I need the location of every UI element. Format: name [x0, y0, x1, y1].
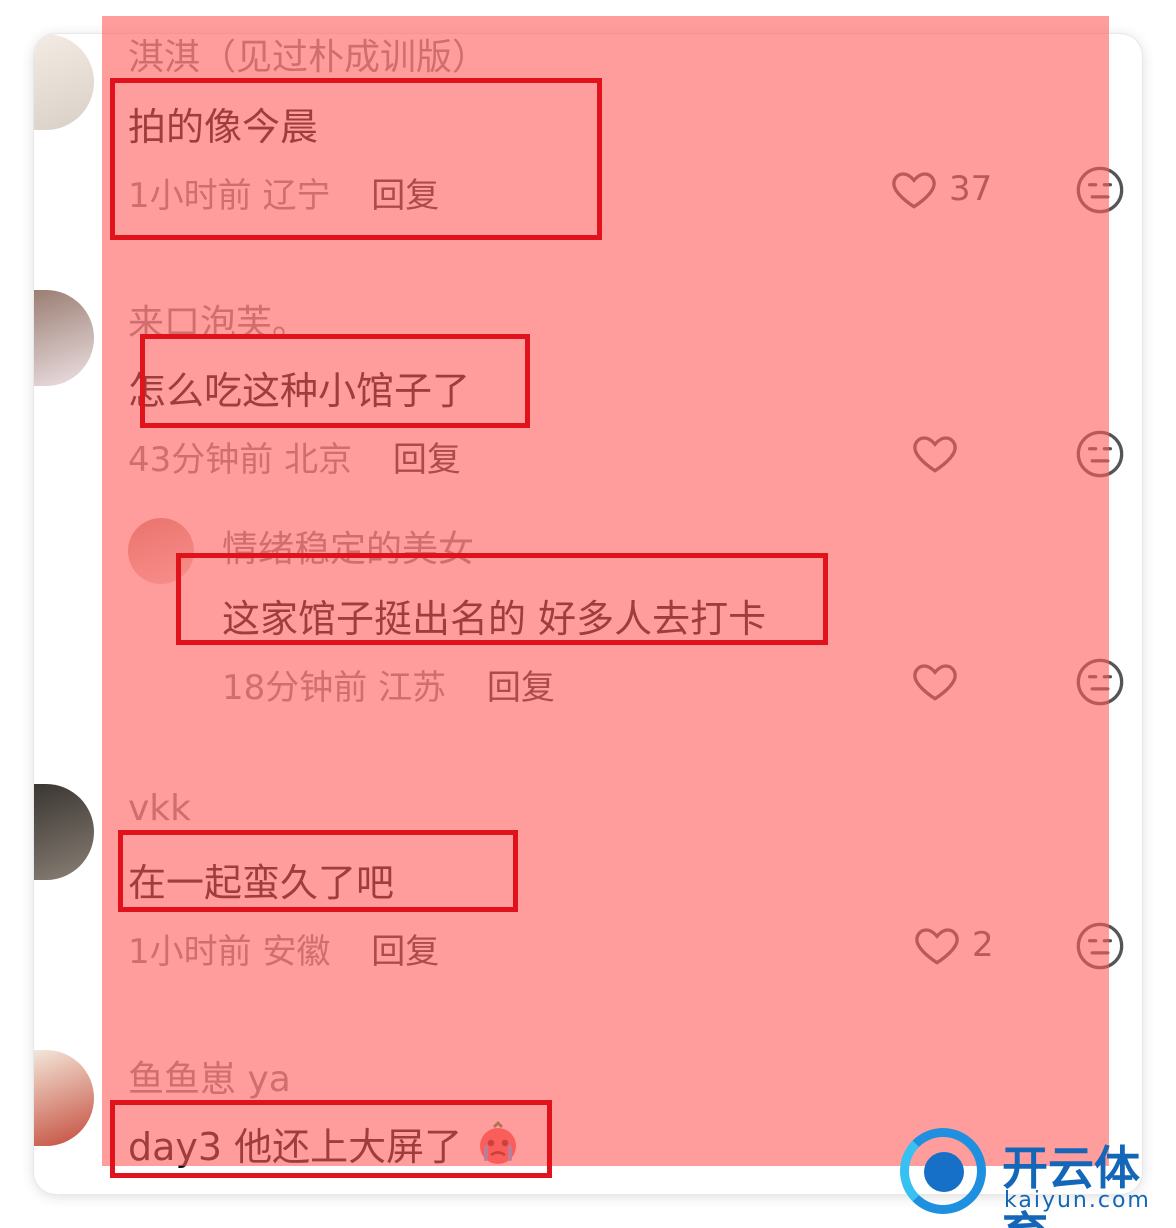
comment-location: 安徽 [262, 932, 331, 972]
meh-face-icon [1076, 658, 1124, 706]
reply-button[interactable]: 回复 [371, 932, 439, 972]
avatar[interactable] [34, 1050, 94, 1146]
comment-text: 这家馆子挺出名的 好多人去打卡 [222, 597, 767, 641]
watermark-text: 开云体育 [1002, 1141, 1140, 1228]
comment-text: day3 他还上大屏了 [128, 1116, 522, 1171]
like-button[interactable] [910, 656, 970, 706]
comment-text: 拍的像今晨 [128, 105, 319, 149]
heart-outline-icon [913, 664, 957, 701]
meh-face-icon [1076, 430, 1124, 478]
avatar[interactable] [34, 34, 94, 130]
reaction-button[interactable] [1074, 428, 1126, 484]
comment-text: 怎么吃这种小馆子了 [128, 369, 471, 413]
comment-username[interactable]: vkk [128, 788, 191, 829]
reply-button[interactable]: 回复 [487, 668, 555, 708]
watermark-domain: kaiyun.com [1004, 1188, 1151, 1213]
heart-outline-icon [892, 172, 936, 209]
reaction-button[interactable] [1074, 164, 1126, 220]
comment-meta: 1小时前 安徽 回复 [128, 924, 439, 973]
comment-time: 1小时前 [128, 176, 252, 216]
watermark-logo: 开云体育 kaiyun.com [880, 1118, 1170, 1228]
heart-outline-icon [913, 436, 957, 473]
like-button[interactable]: 37 [889, 164, 992, 214]
comment-time: 18分钟前 [222, 668, 368, 708]
comment-text-content: day3 他还上大屏了 [128, 1125, 463, 1169]
comment-time: 1小时前 [128, 932, 252, 972]
like-count: 2 [972, 925, 994, 965]
comment-username[interactable]: 鱼鱼崽 ya [128, 1050, 291, 1102]
reply-button[interactable]: 回复 [393, 440, 461, 480]
comment-location: 江苏 [378, 668, 447, 708]
comment-meta: 1小时前 辽宁 回复 [128, 168, 439, 217]
heart-outline-icon [915, 928, 959, 965]
avatar[interactable] [128, 518, 194, 584]
comment-username[interactable]: 情绪稳定的美女 [222, 520, 474, 572]
reaction-button[interactable] [1074, 920, 1126, 976]
meh-face-icon [1076, 166, 1124, 214]
reply-button[interactable]: 回复 [371, 176, 439, 216]
crying-face-icon [480, 1121, 517, 1164]
comment-location: 辽宁 [262, 176, 331, 216]
comment-username[interactable]: 淇淇（见过朴成训版） [128, 34, 488, 80]
comment-list: 淇淇（见过朴成训版） 拍的像今晨 1小时前 辽宁 回复 37 来口泡芙。 怎么吃… [34, 34, 1142, 1194]
meh-face-icon [1076, 922, 1124, 970]
avatar[interactable] [34, 290, 94, 386]
comment-time: 43分钟前 [128, 440, 274, 480]
like-button[interactable] [910, 428, 970, 478]
comment-meta: 43分钟前 北京 回复 [128, 432, 461, 481]
reaction-button[interactable] [1074, 656, 1126, 712]
comment-location: 北京 [284, 440, 353, 480]
comment-meta: 18分钟前 江苏 回复 [222, 660, 555, 709]
comment-text: 在一起蛮久了吧 [128, 861, 395, 905]
like-button[interactable]: 2 [912, 920, 994, 970]
comment-meta [128, 1182, 158, 1194]
avatar[interactable] [34, 784, 94, 880]
soccer-ball-icon [924, 1152, 964, 1192]
like-count: 37 [949, 169, 993, 209]
comment-username[interactable]: 来口泡芙。 [128, 294, 308, 346]
